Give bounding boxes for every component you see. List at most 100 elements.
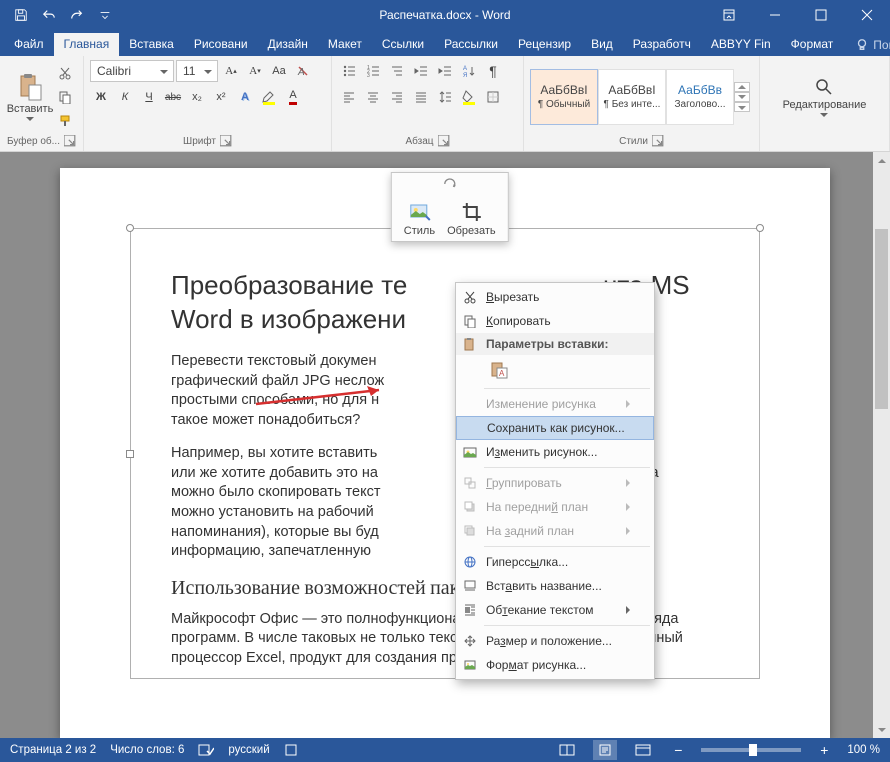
tab-draw[interactable]: Рисовани [184,33,258,56]
resize-handle-tr[interactable] [756,224,764,232]
paste-keep-source[interactable]: A [486,357,512,383]
resize-handle-tl[interactable] [126,224,134,232]
ctx-cut[interactable]: Вырезать [456,285,654,309]
tab-insert[interactable]: Вставка [119,33,184,56]
view-read-mode[interactable] [555,740,579,760]
zoom-level[interactable]: 100 % [847,744,880,756]
ctx-save-as-picture[interactable]: Сохранить как рисунок... [456,416,654,440]
scroll-up[interactable] [873,152,890,169]
selected-image[interactable]: Преобразование текстового документа MSWo… [130,228,760,679]
ctx-insert-caption[interactable]: Вставить название... [456,574,654,598]
style-nospacing[interactable]: АаБбВвІ¶ Без инте... [598,69,666,125]
zoom-out[interactable]: − [669,741,687,759]
tell-me-search[interactable]: Помощ [847,34,890,56]
clear-formatting-button[interactable]: A [292,60,314,82]
bold-button[interactable]: Ж [90,86,112,108]
crop-button[interactable]: Обрезать [441,199,502,239]
paragraph-launcher[interactable] [438,135,450,147]
justify-button[interactable] [410,86,432,108]
minimize-button[interactable] [752,0,798,30]
spell-check-icon[interactable] [198,743,214,757]
maximize-button[interactable] [798,0,844,30]
save-button[interactable] [8,0,34,30]
view-print-layout[interactable] [593,740,617,760]
paste-button[interactable]: Вставить [6,71,54,123]
sort-button[interactable]: AЯ [458,60,480,82]
styles-more[interactable] [734,102,750,112]
decrease-indent-button[interactable] [410,60,432,82]
find-button[interactable]: Редактирование [779,75,871,119]
zoom-thumb[interactable] [749,744,757,756]
align-center-button[interactable] [362,86,384,108]
strike-button[interactable]: abc [162,86,184,108]
align-left-button[interactable] [338,86,360,108]
tab-mailings[interactable]: Рассылки [434,33,508,56]
styles-down[interactable] [734,92,750,102]
scroll-thumb[interactable] [875,229,888,409]
tab-format[interactable]: Формат [781,33,844,56]
word-count[interactable]: Число слов: 6 [110,744,184,756]
style-heading1[interactable]: АаБбВвЗаголово... [666,69,734,125]
redo-button[interactable] [64,0,90,30]
borders-button[interactable] [482,86,504,108]
tab-abbyy[interactable]: ABBYY Fin [701,33,781,56]
ctx-copy[interactable]: Копировать [456,309,654,333]
shrink-font-button[interactable]: A▾ [244,60,266,82]
tab-design[interactable]: Дизайн [258,33,318,56]
show-marks-button[interactable]: ¶ [482,60,504,82]
tab-developer[interactable]: Разработч [623,33,701,56]
undo-button[interactable] [36,0,62,30]
tab-home[interactable]: Главная [54,33,120,56]
change-case-button[interactable]: Aa [268,60,290,82]
styles-launcher[interactable] [652,135,664,147]
tab-review[interactable]: Рецензир [508,33,581,56]
style-normal[interactable]: АаБбВвІ¶ Обычный [530,69,598,125]
align-right-button[interactable] [386,86,408,108]
underline-button[interactable]: Ч [138,86,160,108]
tab-view[interactable]: Вид [581,33,623,56]
macro-icon[interactable] [284,743,298,757]
font-color-button[interactable]: A [282,86,304,108]
ribbon-display-options[interactable] [706,0,752,30]
subscript-button[interactable]: x₂ [186,86,208,108]
grow-font-button[interactable]: A▴ [220,60,242,82]
page[interactable]: Преобразование текстового документа MSWo… [60,168,830,738]
clipboard-launcher[interactable] [64,135,76,147]
copy-button[interactable] [54,86,76,108]
numbering-button[interactable]: 123 [362,60,384,82]
resize-handle-ml[interactable] [126,450,134,458]
styles-up[interactable] [734,82,750,92]
language-indicator[interactable]: русский [228,744,269,756]
highlight-button[interactable] [258,86,280,108]
view-web-layout[interactable] [631,740,655,760]
font-size-combo[interactable]: 11 [176,60,218,82]
italic-button[interactable]: К [114,86,136,108]
line-spacing-button[interactable] [434,86,456,108]
multilevel-button[interactable] [386,60,408,82]
increase-indent-button[interactable] [434,60,456,82]
superscript-button[interactable]: x² [210,86,232,108]
bullets-button[interactable] [338,60,360,82]
font-launcher[interactable] [220,135,232,147]
ctx-format-picture[interactable]: Формат рисунка... [456,653,654,677]
shading-button[interactable] [458,86,480,108]
mini-toolbar-refresh[interactable] [392,173,508,195]
ctx-hyperlink[interactable]: Гиперссылка... [456,550,654,574]
ctx-edit-picture[interactable]: Изменить рисунок... [456,440,654,464]
ctx-wrap-text[interactable]: Обтекание текстом [456,598,654,622]
tab-layout[interactable]: Макет [318,33,372,56]
ctx-size-position[interactable]: Размер и положение... [456,629,654,653]
tab-file[interactable]: Файл [4,33,54,56]
close-button[interactable] [844,0,890,30]
tab-references[interactable]: Ссылки [372,33,434,56]
scroll-down[interactable] [873,721,890,738]
text-effects-button[interactable]: A [234,86,256,108]
picture-style-button[interactable]: Стиль [398,199,441,239]
zoom-in[interactable]: + [815,741,833,759]
vertical-scrollbar[interactable] [873,152,890,738]
cut-button[interactable] [54,62,76,84]
page-indicator[interactable]: Страница 2 из 2 [10,744,96,756]
font-family-combo[interactable]: Calibri [90,60,174,82]
zoom-slider[interactable] [701,748,801,752]
format-painter-button[interactable] [54,110,76,132]
